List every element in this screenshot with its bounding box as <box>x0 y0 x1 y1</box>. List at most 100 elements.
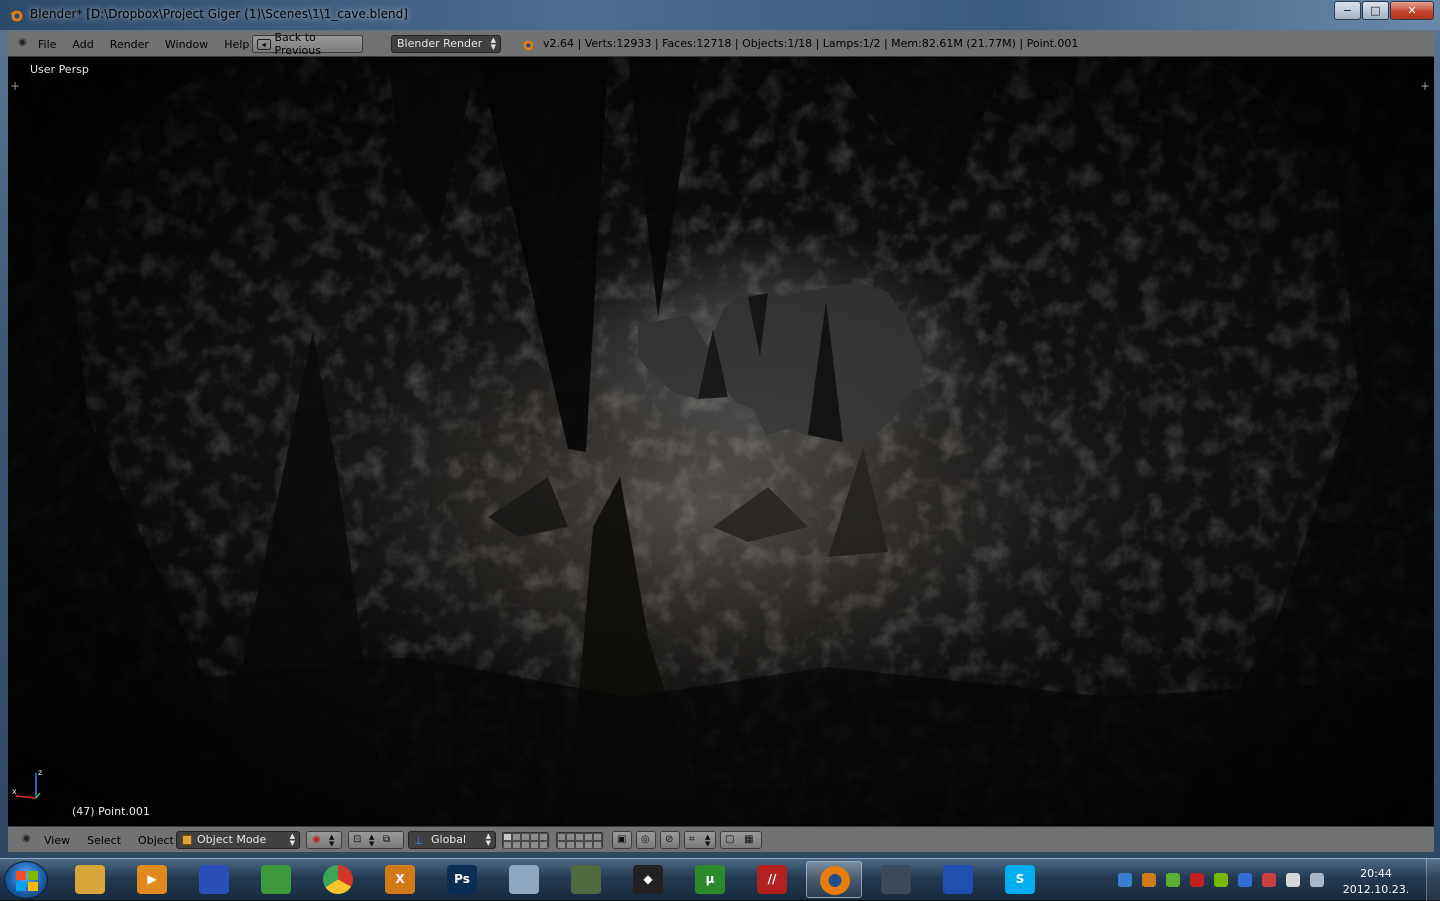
taskbar: ▶ X Ps ◆ µ // S 20:44 2012.10.23. <box>0 858 1440 901</box>
taskbar-app-save-disk[interactable] <box>186 861 242 898</box>
cave-render <box>8 57 1434 826</box>
active-object-label: (47) Point.001 <box>72 805 150 818</box>
clock[interactable]: 20:44 2012.10.23. <box>1340 866 1412 898</box>
orientation-value: Global <box>431 833 467 846</box>
dropdown-arrows-icon: ▲ ▼ <box>289 832 295 847</box>
taskbar-app-network[interactable] <box>248 861 304 898</box>
blender-small-logo-icon <box>520 40 534 51</box>
volume-icon[interactable] <box>1286 873 1300 887</box>
axis-z-label: z <box>38 768 42 777</box>
blender-icon <box>820 866 850 895</box>
3d-viewport[interactable]: User Persp + + z x (47) Point.001 <box>8 57 1434 826</box>
taskbar-app-utorrent[interactable]: µ <box>682 861 738 898</box>
minimize-button[interactable]: − <box>1334 1 1361 20</box>
snap-toggle-button[interactable]: ⊘ <box>660 831 680 849</box>
taskbar-app-cpot[interactable]: X <box>372 861 428 898</box>
power-icon[interactable] <box>1238 873 1252 887</box>
object-mode-icon <box>182 835 192 845</box>
menu-add[interactable]: Add <box>72 38 93 51</box>
layers-group-2[interactable] <box>556 832 603 849</box>
start-button[interactable] <box>4 861 48 899</box>
axis-gizmo-icon: z x <box>12 768 42 799</box>
dropbox-icon[interactable] <box>1118 873 1132 887</box>
media-player-icon: ▶ <box>137 865 167 894</box>
shading-sphere-icon: ◉ <box>312 834 321 845</box>
magnet-icon: ⊘ <box>665 834 674 845</box>
proportional-icon: ◎ <box>641 834 650 845</box>
taskbar-app-chrome[interactable] <box>310 861 366 898</box>
editor-type-icon[interactable]: ◉ <box>18 37 30 49</box>
show-desktop-button[interactable] <box>1426 859 1440 901</box>
editor-type-icon-viewport[interactable]: ◉ <box>22 833 31 844</box>
tray-app-icon[interactable] <box>1142 873 1156 887</box>
back-to-previous-button[interactable]: ◂ Back to Previous <box>252 31 363 57</box>
clock-date: 2012.10.23. <box>1342 883 1410 896</box>
taskbar-app-monitor[interactable] <box>558 861 614 898</box>
network-icon[interactable] <box>1310 873 1324 887</box>
axis-manipulator-icon: ⊥ <box>414 836 423 847</box>
corner-split-icon-left[interactable]: + <box>10 79 20 93</box>
view-label: User Persp <box>30 63 89 76</box>
camera-icon: ▢ <box>725 834 735 845</box>
lock-layers-button[interactable]: ▣ <box>612 831 632 849</box>
system-tray <box>1118 873 1334 887</box>
proportional-edit-button[interactable]: ◎ <box>636 831 656 849</box>
blender-window: Blender* [D:\Dropbox\Project Giger (1)\S… <box>0 0 1440 858</box>
render-engine-select[interactable]: Blender Render ▲ ▼ <box>391 35 501 53</box>
viewport-shading-select[interactable]: ◉ ▲ ▼ <box>306 831 342 849</box>
skype-icon: S <box>1005 865 1035 894</box>
adobe-icon[interactable] <box>1190 873 1204 887</box>
taskbar-app-explorer[interactable] <box>62 861 118 898</box>
transform-orientation-select[interactable]: ⊥ Global ▲ ▼ <box>408 831 496 849</box>
tray-app-2-icon[interactable] <box>1166 873 1180 887</box>
action-center-icon[interactable] <box>1262 873 1276 887</box>
nvidia-icon[interactable] <box>1214 873 1228 887</box>
info-header: ◉ File Add Render Window Help ◂ Back to … <box>8 31 1434 57</box>
corner-split-icon-right[interactable]: + <box>1420 79 1430 93</box>
taskbar-app-calculator[interactable] <box>496 861 552 898</box>
back-to-previous-label: Back to Previous <box>274 31 322 57</box>
taskbar-app-blender[interactable] <box>806 861 862 898</box>
stripes-icon: // <box>757 865 787 894</box>
main-menu: File Add Render Window Help <box>38 31 265 57</box>
dropdown-arrows-icon: ▲ ▼ <box>329 833 335 848</box>
monitor-icon <box>571 865 601 894</box>
calculator-icon <box>509 865 539 894</box>
menu-object[interactable]: Object <box>138 834 174 847</box>
chrome-icon <box>323 865 353 894</box>
save-disk-icon <box>199 865 229 894</box>
taskbar-app-unity-2[interactable] <box>868 861 924 898</box>
cpot-icon: X <box>385 865 415 894</box>
menu-window[interactable]: Window <box>165 38 208 51</box>
network-icon <box>261 865 291 894</box>
explorer-icon <box>75 865 105 894</box>
menu-view[interactable]: View <box>44 834 70 847</box>
menu-file[interactable]: File <box>38 38 56 51</box>
menu-render[interactable]: Render <box>110 38 149 51</box>
dropdown-arrows-icon: ▲ ▼ <box>490 36 496 51</box>
taskbar-app-car[interactable] <box>930 861 986 898</box>
scene-stats: v2.64 | Verts:12933 | Faces:12718 | Obje… <box>543 37 1079 50</box>
taskbar-app-skype[interactable]: S <box>992 861 1048 898</box>
pivot-point-select[interactable]: ⊡ ▲ ▼ ⧉ <box>348 831 404 849</box>
menu-help[interactable]: Help <box>224 38 249 51</box>
taskbar-app-stripes[interactable]: // <box>744 861 800 898</box>
menu-select[interactable]: Select <box>87 834 121 847</box>
photoshop-icon: Ps <box>447 865 477 894</box>
close-button[interactable]: ✕ <box>1390 1 1434 20</box>
window-title: Blender* [D:\Dropbox\Project Giger (1)\S… <box>30 7 408 21</box>
snap-element-select[interactable]: ⌗ ▲ ▼ <box>684 831 716 849</box>
layers-group-1[interactable] <box>502 832 549 849</box>
manipulator-icon: ⧉ <box>383 834 391 845</box>
mode-value: Object Mode <box>197 833 267 846</box>
maximize-button[interactable]: □ <box>1362 1 1389 20</box>
taskbar-app-unity-1[interactable]: ◆ <box>620 861 676 898</box>
back-screen-icon: ◂ <box>257 38 271 50</box>
taskbar-app-photoshop[interactable]: Ps <box>434 861 490 898</box>
title-bar[interactable]: Blender* [D:\Dropbox\Project Giger (1)\S… <box>0 0 1440 30</box>
mode-select[interactable]: Object Mode ▲ ▼ <box>176 831 300 849</box>
clock-time: 20:44 <box>1360 867 1392 880</box>
taskbar-app-media-player[interactable]: ▶ <box>124 861 180 898</box>
render-buttons[interactable]: ▢ ▦ <box>720 831 762 849</box>
car-icon <box>943 865 973 894</box>
